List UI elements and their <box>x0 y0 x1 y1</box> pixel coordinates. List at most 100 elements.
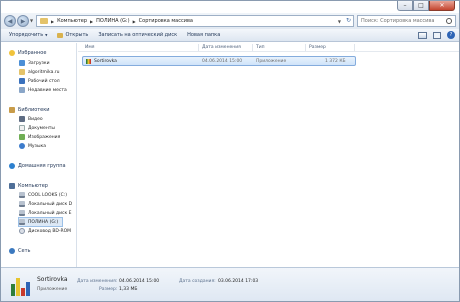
nav-label: algoritmika.ru <box>28 69 60 75</box>
details-modified-label: Дата изменения: <box>77 279 118 284</box>
view-controls: ? <box>418 31 455 39</box>
file-modified: 04.06.2014 15:00 <box>202 59 243 64</box>
recent-places-icon <box>19 87 25 93</box>
preview-pane-icon[interactable] <box>433 31 441 39</box>
new-folder-button[interactable]: Новая папка <box>187 32 220 38</box>
back-button[interactable]: ◀ <box>4 15 16 27</box>
search-icon[interactable] <box>446 18 452 24</box>
image-icon <box>19 134 25 140</box>
nav-label: Библиотеки <box>18 107 50 113</box>
drive-icon <box>19 201 25 207</box>
nav-label: Загрузки <box>28 60 50 66</box>
folder-icon <box>19 69 25 75</box>
column-separator[interactable] <box>305 44 306 51</box>
file-list: Имя Дата изменения Тип Размер Sortirovka… <box>78 43 459 267</box>
minimize-button[interactable]: – <box>397 1 413 11</box>
nav-images[interactable]: Изображения <box>19 133 60 141</box>
column-header: Имя Дата изменения Тип Размер <box>78 43 459 52</box>
column-modified[interactable]: Дата изменения <box>202 45 241 50</box>
nav-drive-e[interactable]: Локальный диск E <box>19 209 72 217</box>
document-icon <box>19 125 25 131</box>
nav-favorites[interactable]: Избранное <box>9 49 46 57</box>
search-box <box>357 15 456 27</box>
music-icon <box>19 143 25 149</box>
file-name: Sortirovka <box>94 59 117 64</box>
nav-libraries[interactable]: Библиотеки <box>9 106 50 114</box>
arrow-right-icon: ▶ <box>20 17 26 25</box>
download-icon <box>19 60 25 66</box>
column-type[interactable]: Тип <box>256 45 265 50</box>
drive-icon <box>19 192 25 198</box>
arrow-left-icon: ◀ <box>7 17 13 25</box>
search-input[interactable] <box>361 16 445 26</box>
nav-label: Локальный диск E <box>28 210 72 216</box>
organize-button[interactable]: Упорядочить ▼ <box>9 32 47 38</box>
nav-algoritmika[interactable]: algoritmika.ru <box>19 68 60 76</box>
nav-recent[interactable]: Недавние места <box>19 86 67 94</box>
star-icon <box>9 50 15 56</box>
close-button[interactable]: ✕ <box>429 1 455 11</box>
nav-video[interactable]: Видео <box>19 115 43 123</box>
maximize-icon: □ <box>418 2 424 9</box>
address-dropdown-icon[interactable]: ▼ <box>338 19 341 24</box>
details-file-name: Sortirovka <box>37 276 68 283</box>
nav-network[interactable]: Сеть <box>9 247 30 255</box>
minimize-icon: – <box>403 2 407 9</box>
address-row: ◀ ▶ ▼ ▶ Компьютер ▶ ПОЛИНА (G:) ▶ Сортир… <box>1 13 459 29</box>
nav-music[interactable]: Музыка <box>19 142 46 150</box>
details-pane: Sortirovka Приложение Дата изменения: 04… <box>1 267 459 301</box>
nav-downloads[interactable]: Загрузки <box>19 59 50 67</box>
caption-buttons: – □ ✕ <box>397 1 455 12</box>
computer-icon <box>9 183 15 189</box>
library-icon <box>9 107 15 113</box>
nav-label: Изображения <box>28 134 61 140</box>
column-size[interactable]: Размер <box>309 45 326 50</box>
nav-documents[interactable]: Документы <box>19 124 55 132</box>
command-bar: Упорядочить ▼ Открыть Записать на оптиче… <box>1 29 459 42</box>
address-bar[interactable]: ▶ Компьютер ▶ ПОЛИНА (G:) ▶ Сортировка м… <box>36 15 354 27</box>
column-separator[interactable] <box>252 44 253 51</box>
nav-desktop[interactable]: Рабочий стол <box>19 77 60 85</box>
help-icon[interactable]: ? <box>447 31 455 39</box>
nav-drive-g[interactable]: ПОЛИНА (G:) <box>17 217 64 227</box>
column-separator[interactable] <box>198 44 199 51</box>
nav-cdrom[interactable]: Дисковод BD-ROM <box>19 227 71 235</box>
nav-label: Дисковод BD-ROM <box>28 228 72 234</box>
close-icon: ✕ <box>439 2 445 9</box>
homegroup-icon <box>9 163 15 169</box>
nav-label: Видео <box>28 116 43 122</box>
video-icon <box>19 116 25 122</box>
breadcrumb-folder[interactable]: Сортировка массива <box>139 18 193 24</box>
explorer-window: – □ ✕ ◀ ▶ ▼ ▶ Компьютер ▶ ПОЛИНА (G:) ▶ … <box>0 0 460 302</box>
open-button[interactable]: Открыть <box>57 32 88 38</box>
nav-drive-d[interactable]: Локальный диск D <box>19 200 72 208</box>
folder-icon <box>40 18 48 24</box>
breadcrumb-drive[interactable]: ПОЛИНА (G:) <box>96 18 129 24</box>
forward-button[interactable]: ▶ <box>17 15 29 27</box>
recent-pages-dropdown[interactable]: ▼ <box>30 18 33 23</box>
nav-label: COOL LOOKS (C:) <box>28 192 68 198</box>
chevron-down-icon: ▼ <box>45 33 48 37</box>
open-icon <box>57 32 64 38</box>
file-type: Приложение <box>256 59 287 64</box>
breadcrumb-computer[interactable]: Компьютер <box>57 18 87 24</box>
change-view-icon[interactable] <box>418 31 427 39</box>
maximize-button[interactable]: □ <box>413 1 429 11</box>
file-row[interactable]: Sortirovka 04.06.2014 15:00 Приложение 1… <box>82 56 356 66</box>
application-icon <box>86 59 91 64</box>
breadcrumb-separator-icon: ▶ <box>132 18 136 24</box>
column-separator[interactable] <box>354 44 355 51</box>
nav-label: Локальный диск D <box>28 201 73 207</box>
nav-label: Избранное <box>18 50 47 56</box>
navigation-pane: Избранное Загрузки algoritmika.ru Рабочи… <box>1 43 77 267</box>
refresh-icon[interactable]: ↻ <box>346 17 351 24</box>
burn-button[interactable]: Записать на оптический диск <box>98 32 177 38</box>
details-file-type: Приложение <box>37 287 68 292</box>
details-created-label: Дата создания: <box>179 279 216 284</box>
nav-homegroup[interactable]: Домашняя группа <box>9 162 66 170</box>
column-name[interactable]: Имя <box>85 45 94 50</box>
details-created-value: 03.06.2014 17:03 <box>218 279 259 284</box>
nav-drive-c[interactable]: COOL LOOKS (C:) <box>19 191 67 199</box>
nav-computer[interactable]: Компьютер <box>9 182 48 190</box>
nav-label: Рабочий стол <box>28 78 60 84</box>
